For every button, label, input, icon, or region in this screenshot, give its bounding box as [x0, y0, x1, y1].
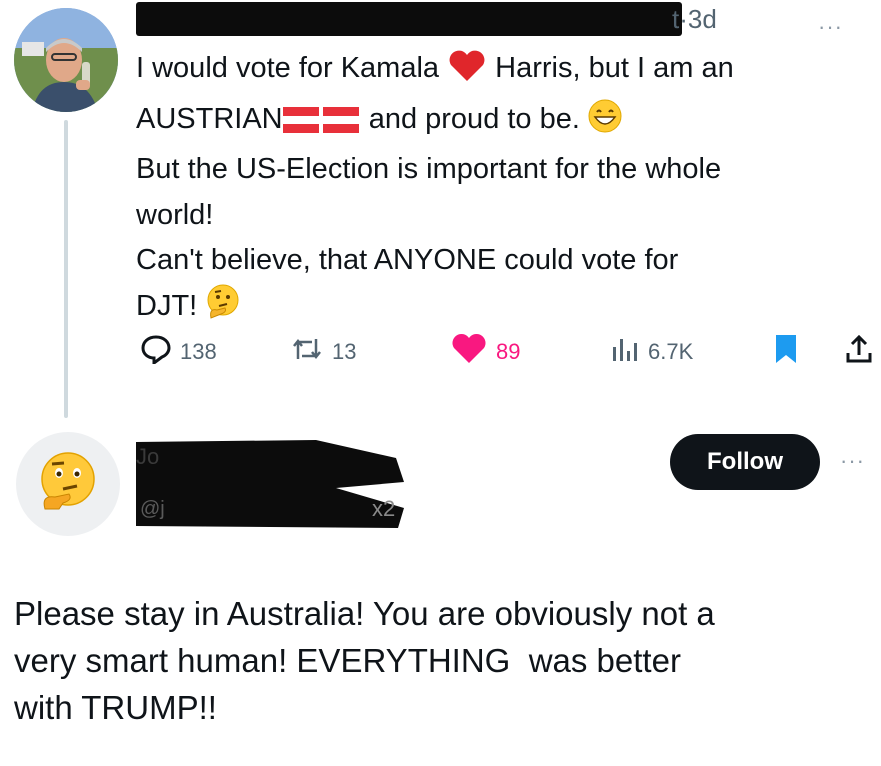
reply-bubble-icon	[140, 334, 172, 370]
follow-button[interactable]: Follow	[670, 434, 820, 490]
post-line: world!	[136, 198, 214, 231]
thinking-face-emoji-icon	[205, 284, 241, 335]
post-action-bar: 138 13 89 6.7K	[140, 333, 875, 371]
redacted-replier-identity: Jo @j x2	[136, 438, 406, 530]
view-count: 6.7K	[648, 339, 694, 364]
redacted-author-name	[136, 2, 682, 36]
post-line: AUSTRIAN and proud to be.	[136, 97, 866, 148]
austria-flag-emoji-icon	[282, 102, 321, 148]
thread-connector-line	[64, 120, 68, 418]
reply-line: Please stay in Australia! You are obviou…	[14, 595, 715, 632]
post-line: Can't believe, that ANYONE could vote fo…	[136, 244, 679, 276]
replier-name-fragment: Jo	[136, 444, 160, 469]
views-bar-chart-icon	[610, 335, 640, 369]
reply-line: with TRUMP!!	[14, 689, 217, 726]
more-options-icon[interactable]: ···	[840, 448, 865, 474]
views-action[interactable]: 6.7K	[610, 334, 693, 370]
repost-count: 13	[332, 339, 357, 364]
thinking-face-avatar-icon	[37, 451, 99, 518]
post-timestamp-row: t·3d	[672, 4, 717, 34]
more-options-icon[interactable]: ···	[818, 14, 843, 40]
author-avatar[interactable]	[14, 8, 118, 112]
reply-action[interactable]: 138	[140, 334, 217, 370]
bookmark-filled-icon	[772, 333, 800, 371]
red-heart-emoji-icon	[447, 50, 487, 97]
share-upload-icon	[844, 333, 874, 371]
bookmark-action[interactable]	[772, 334, 800, 370]
replier-handle-suffix: x2	[372, 496, 396, 521]
share-action[interactable]	[844, 334, 874, 370]
like-count: 89	[496, 339, 521, 364]
post-line: But the US-Election is important for the…	[136, 153, 722, 185]
like-action[interactable]: 89	[450, 333, 521, 371]
replier-handle-fragment: @j	[140, 498, 165, 520]
reply-text: Please stay in Australia! You are obviou…	[14, 590, 874, 731]
post-line: I would vote for Kamala Harris, but I am…	[136, 46, 866, 97]
replier-avatar[interactable]	[16, 432, 120, 536]
reply-count: 138	[180, 339, 217, 364]
grinning-face-emoji-icon	[588, 99, 622, 148]
repost-icon	[290, 335, 324, 369]
heart-filled-icon	[450, 333, 488, 371]
reply-line: very smart human! EVERYTHING was better	[14, 642, 681, 679]
austria-flag-emoji-icon	[321, 102, 361, 148]
repost-action[interactable]: 13	[290, 334, 356, 370]
post-text: I would vote for Kamala Harris, but I am…	[136, 46, 866, 334]
post-line: DJT!	[136, 284, 866, 335]
post-timestamp[interactable]: 3d	[688, 4, 717, 34]
